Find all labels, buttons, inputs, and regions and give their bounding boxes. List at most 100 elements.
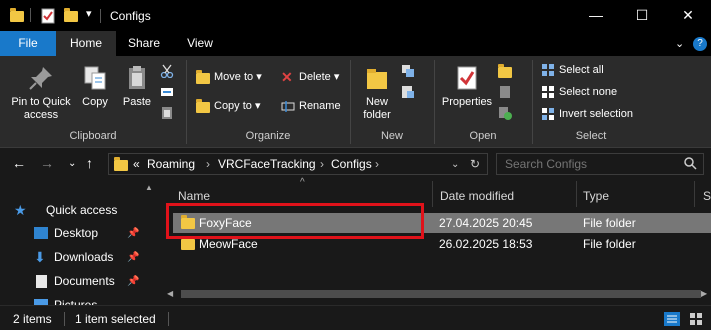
breadcrumb-overflow[interactable]: «	[133, 157, 140, 171]
back-arrow-icon[interactable]: ←	[12, 155, 26, 171]
address-bar[interactable]: « Roaming › VRCFaceTracking › Configs › …	[108, 153, 488, 175]
group-label-clipboard: Clipboard	[69, 130, 117, 142]
group-label-new: New	[380, 130, 403, 142]
scroll-right-icon[interactable]: ▶	[701, 289, 707, 298]
paste-button[interactable]: Paste	[118, 64, 156, 109]
copy-label: Copy	[82, 96, 108, 108]
details-view-icon[interactable]	[664, 312, 680, 329]
horizontal-scrollbar[interactable]: ◀ ▶	[163, 285, 711, 303]
open-icon	[498, 64, 512, 79]
ribbon-tabs: File Home Share View ⌄ ?	[0, 31, 711, 56]
rename-button[interactable]: Rename	[281, 97, 341, 115]
ribbon: Pin to Quick access Copy Paste Clipboard…	[0, 56, 711, 148]
scrollbar-thumb[interactable]	[181, 290, 701, 298]
select-all-label: Select all	[559, 64, 604, 76]
move-to-button[interactable]: Move to ▾	[196, 68, 262, 86]
easy-access-icon	[401, 85, 415, 99]
status-bar: 2 items 1 item selected	[0, 305, 711, 330]
properties-quick-icon[interactable]	[40, 8, 56, 27]
select-none-icon	[541, 85, 555, 99]
new-folder-button[interactable]: New folder	[356, 64, 398, 122]
pin-icon[interactable]: 📌	[127, 276, 139, 287]
nav-item-documents[interactable]: Documents	[54, 274, 115, 288]
column-header-date-modified[interactable]: Date modified	[440, 189, 514, 203]
tab-file[interactable]: File	[0, 31, 56, 56]
tab-share[interactable]: Share	[116, 31, 172, 56]
search-box[interactable]	[496, 153, 704, 175]
delete-icon: ✕	[281, 69, 293, 86]
navigation-pane: ★ Quick access Desktop 📌 ⬇ Downloads 📌 D…	[0, 179, 158, 311]
forward-arrow-icon[interactable]: →	[40, 155, 54, 171]
pin-icon[interactable]: 📌	[127, 228, 139, 239]
tab-view[interactable]: View	[172, 31, 228, 56]
address-folder-icon	[114, 157, 128, 171]
open-button[interactable]	[498, 62, 516, 80]
tab-home[interactable]: Home	[56, 31, 116, 56]
nav-item-quick-access[interactable]: Quick access	[46, 203, 117, 217]
nav-item-pictures[interactable]: Pictures	[54, 298, 97, 305]
nav-scrollbar[interactable]: ▲	[141, 179, 158, 305]
recent-locations-icon[interactable]: ⌄	[68, 158, 76, 169]
copy-path-button[interactable]	[160, 83, 178, 101]
column-divider[interactable]	[576, 181, 577, 207]
search-icon	[683, 156, 697, 173]
refresh-icon[interactable]: ↻	[470, 157, 480, 171]
history-button[interactable]	[498, 104, 516, 122]
new-item-button[interactable]	[401, 62, 419, 80]
address-history-dropdown-icon[interactable]: ⌄	[451, 159, 459, 170]
new-item-icon	[401, 64, 415, 78]
cut-button[interactable]	[160, 62, 178, 80]
nav-item-desktop[interactable]: Desktop	[54, 226, 98, 240]
pin-icon	[27, 64, 55, 92]
invert-selection-button[interactable]: Invert selection	[541, 105, 633, 123]
copy-icon	[81, 64, 109, 92]
edit-button[interactable]	[498, 83, 516, 101]
customize-toolbar-dropdown[interactable]: ▾	[86, 7, 92, 20]
pin-icon[interactable]: 📌	[127, 252, 139, 263]
copy-button[interactable]: Copy	[78, 64, 112, 109]
new-folder-icon	[363, 64, 391, 92]
breadcrumb-separator: ›	[375, 157, 379, 171]
breadcrumb-roaming[interactable]: Roaming	[147, 157, 195, 171]
folder-icon	[181, 236, 195, 250]
easy-access-button[interactable]	[401, 83, 419, 101]
highlight-annotation-box	[166, 203, 424, 239]
file-name: MeowFace	[199, 237, 258, 251]
maximize-button[interactable]: ☐	[619, 0, 665, 31]
large-icons-view-icon[interactable]	[689, 312, 703, 329]
new-folder-quick-icon[interactable]	[64, 8, 78, 22]
copy-to-button[interactable]: Copy to ▾	[196, 97, 261, 115]
column-divider[interactable]	[694, 181, 695, 207]
collapse-ribbon-icon[interactable]: ⌄	[675, 37, 684, 50]
column-header-size[interactable]: S	[703, 189, 711, 203]
scroll-left-icon[interactable]: ◀	[167, 289, 173, 298]
group-label-open: Open	[469, 130, 497, 142]
breadcrumb-vrcfacetracking[interactable]: VRCFaceTracking	[218, 157, 316, 171]
column-header-name[interactable]: Name	[178, 189, 210, 203]
nav-item-downloads[interactable]: Downloads	[54, 250, 113, 264]
scroll-up-icon[interactable]: ▲	[145, 183, 153, 192]
invert-selection-icon	[541, 107, 555, 121]
column-divider[interactable]	[432, 181, 433, 207]
documents-icon	[36, 275, 47, 288]
minimize-button[interactable]: —	[573, 0, 619, 31]
help-icon[interactable]: ?	[693, 37, 707, 51]
select-none-button[interactable]: Select none	[541, 83, 617, 101]
close-button[interactable]: ✕	[665, 0, 711, 31]
delete-button[interactable]: ✕ Delete ▾	[281, 68, 339, 86]
select-all-button[interactable]: Select all	[541, 61, 604, 79]
scissors-icon	[160, 64, 174, 79]
search-input[interactable]	[505, 156, 675, 172]
paste-label: Paste	[122, 96, 152, 108]
pin-to-quick-access-button[interactable]: Pin to Quick access	[6, 64, 76, 122]
properties-label: Properties	[441, 96, 493, 108]
pin-label: Pin to Quick access	[11, 96, 71, 121]
rename-icon	[281, 99, 295, 113]
column-header-type[interactable]: Type	[583, 189, 609, 203]
properties-button[interactable]: Properties	[440, 64, 494, 109]
up-arrow-icon[interactable]: ↑	[86, 155, 93, 171]
paste-shortcut-button[interactable]	[160, 104, 178, 122]
properties-icon	[453, 64, 481, 92]
group-label-select: Select	[575, 130, 607, 142]
breadcrumb-configs[interactable]: Configs	[331, 157, 372, 171]
